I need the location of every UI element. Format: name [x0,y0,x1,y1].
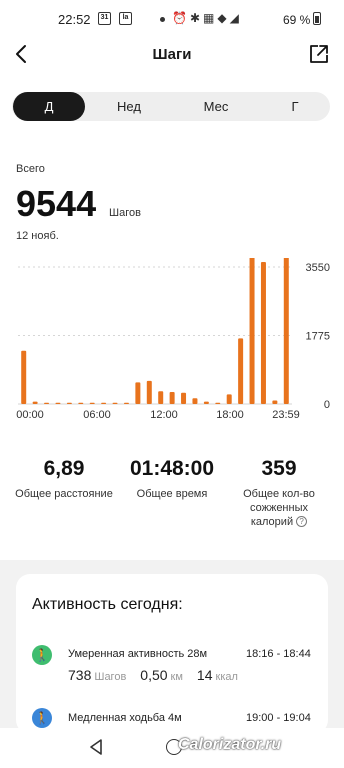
bar-hour-14 [181,392,187,404]
bar-hour-11 [146,380,152,404]
bar-hour-10 [135,382,141,404]
steps-unit: Шагов [109,207,141,219]
distance-stat: 6,89 Общее расстояние [6,457,122,501]
app-notification-icon: la [119,12,132,25]
x-tick-label: 12:00 [150,409,178,421]
total-label: Всего [16,163,45,175]
system-nav-bar: Calorizator.ru [0,728,344,768]
tab-month[interactable]: Мес [180,92,252,121]
nav-back-icon[interactable] [88,738,104,756]
x-tick-label: 00:00 [16,409,44,421]
bar-hour-4 [66,402,72,404]
x-tick-label: 06:00 [83,409,111,421]
battery-icon [313,12,321,25]
distance-value: 6,89 [43,457,85,480]
x-tick-label: 18:00 [216,409,244,421]
bar-hour-13 [169,392,175,404]
activity-kcal: 14 [196,667,213,683]
calories-value: 359 [261,457,297,480]
activity-steps-unit: Шагов [94,671,127,683]
bar-hour-8 [112,402,118,404]
notification-dot-icon [160,17,165,22]
bar-hour-5 [78,402,84,404]
bar-hour-3 [55,402,61,404]
status-bar: 22:52 31 la ⏰✱▦◆◢ 69 % [0,0,344,38]
bar-hour-0 [21,350,27,404]
bar-hour-15 [192,398,198,404]
time-stat: 01:48:00 Общее время [117,457,227,501]
distance-label: Общее расстояние [15,488,113,500]
period-tabs: Д Нед Мес Г [12,92,330,121]
x-tick-label: 23:59 [272,409,300,421]
walking-person-icon: 🚶 [32,645,52,665]
help-icon[interactable]: ? [296,516,308,527]
activity-distance: 0,50 [140,667,168,683]
bar-hour-20 [249,258,255,404]
bar-hour-6 [89,402,95,404]
slow-walk-icon: 🚶 [32,708,52,728]
bar-hour-1 [32,401,38,404]
activity-distance-unit: км [170,671,183,683]
activity-item-name: Умеренная активность 28м [68,648,208,660]
activity-title: Активность сегодня: [32,596,183,613]
page-title: Шаги [152,46,192,63]
activity-steps: 738 [68,667,92,683]
y-tick-label: 0 [324,399,330,411]
header: Шаги [0,38,344,72]
activity-item-time: 19:00 - 19:04 [246,712,311,724]
watermark: Calorizator.ru [178,736,282,753]
steps-bar-chart: 3550 1775 0 00:00 06:00 12:00 18:00 23:59 [16,258,330,421]
activity-item-values: 738 Шагов 0,50 км 14 ккал [68,667,252,683]
y-tick-label: 3550 [306,262,330,274]
bar-hour-19 [238,338,244,404]
bar-hour-21 [260,261,266,404]
export-icon[interactable] [308,43,330,65]
bar-hour-17 [215,402,221,404]
activity-item-time: 18:16 - 18:44 [246,648,311,660]
bar-hour-7 [101,402,107,404]
battery-percent: 69 % [283,13,311,27]
bar-hour-9 [123,402,129,404]
bar-hour-22 [272,400,278,404]
calories-label-wrap: Общее кол-во сожженных калорий ? [232,487,326,529]
time-value: 01:48:00 [129,457,215,480]
tab-day[interactable]: Д [13,92,85,121]
y-tick-label: 1775 [306,331,330,343]
activity-item-name: Медленная ходьба 4м [68,712,182,724]
steps-total: 9544 [16,183,97,224]
bar-hour-23 [283,258,289,404]
activity-kcal-unit: ккал [215,671,238,683]
summary-date: 12 нояб. [16,230,59,242]
status-time: 22:52 [58,12,91,27]
activity-card[interactable]: Активность сегодня: 🚶 Умеренная активнос… [16,574,328,734]
calories-stat: 359 Общее кол-во сожженных калорий ? [232,457,326,529]
bar-hour-18 [226,394,232,404]
tab-week[interactable]: Нед [94,92,164,121]
calendar-icon: 31 [98,12,111,25]
bar-hour-2 [44,402,50,404]
system-status-icons: ⏰✱▦◆◢ [172,11,242,25]
bar-hour-12 [158,391,164,404]
tab-year[interactable]: Г [260,92,330,121]
time-label: Общее время [136,488,208,500]
bar-hour-16 [203,401,209,404]
